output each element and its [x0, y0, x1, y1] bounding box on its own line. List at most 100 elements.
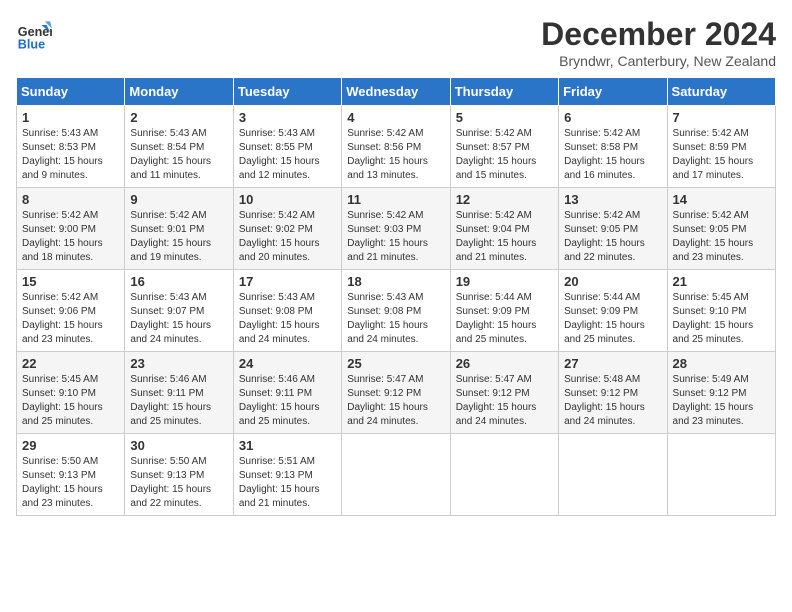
calendar-cell: [559, 434, 667, 516]
day-number: 4: [347, 110, 444, 125]
day-info: Sunrise: 5:42 AMSunset: 8:59 PMDaylight:…: [673, 127, 770, 183]
calendar-cell: 27 Sunrise: 5:48 AMSunset: 9:12 PMDayligh…: [559, 352, 667, 434]
day-info: Sunrise: 5:42 AMSunset: 9:06 PMDaylight:…: [22, 291, 119, 347]
day-info: Sunrise: 5:42 AMSunset: 8:56 PMDaylight:…: [347, 127, 444, 183]
calendar-table: SundayMondayTuesdayWednesdayThursdayFrid…: [16, 77, 776, 516]
day-number: 7: [673, 110, 770, 125]
day-info: Sunrise: 5:44 AMSunset: 9:09 PMDaylight:…: [456, 291, 553, 347]
day-number: 27: [564, 356, 661, 371]
day-info: Sunrise: 5:42 AMSunset: 9:05 PMDaylight:…: [564, 209, 661, 265]
calendar-cell: 19Sunrise: 5:44 AMSunset: 9:09 PMDayligh…: [450, 270, 558, 352]
day-info: Sunrise: 5:42 AMSunset: 8:57 PMDaylight:…: [456, 127, 553, 183]
calendar-cell: 10 Sunrise: 5:42 AMSunset: 9:02 PMDayligh…: [233, 188, 341, 270]
calendar-cell: [667, 434, 775, 516]
calendar-cell: 7 Sunrise: 5:42 AMSunset: 8:59 PMDaylight…: [667, 106, 775, 188]
calendar-week-row: 8 Sunrise: 5:42 AMSunset: 9:00 PMDaylight…: [17, 188, 776, 270]
logo-icon: General Blue: [16, 16, 52, 52]
day-info: Sunrise: 5:45 AMSunset: 9:10 PMDaylight:…: [673, 291, 770, 347]
calendar-cell: 29 Sunrise: 5:50 AMSunset: 9:13 PMDayligh…: [17, 434, 125, 516]
day-info: Sunrise: 5:42 AMSunset: 9:02 PMDaylight:…: [239, 209, 336, 265]
calendar-cell: 13Sunrise: 5:42 AMSunset: 9:05 PMDayligh…: [559, 188, 667, 270]
calendar-cell: 5 Sunrise: 5:42 AMSunset: 8:57 PMDaylight…: [450, 106, 558, 188]
day-number: 29: [22, 438, 119, 453]
day-info: Sunrise: 5:42 AMSunset: 9:00 PMDaylight:…: [22, 209, 119, 265]
day-number: 31: [239, 438, 336, 453]
day-number: 25: [347, 356, 444, 371]
calendar-cell: 26Sunrise: 5:47 AMSunset: 9:12 PMDayligh…: [450, 352, 558, 434]
day-info: Sunrise: 5:43 AMSunset: 9:08 PMDaylight:…: [239, 291, 336, 347]
day-number: 5: [456, 110, 553, 125]
calendar-cell: 21 Sunrise: 5:45 AMSunset: 9:10 PMDayligh…: [667, 270, 775, 352]
day-info: Sunrise: 5:43 AMSunset: 9:08 PMDaylight:…: [347, 291, 444, 347]
day-info: Sunrise: 5:50 AMSunset: 9:13 PMDaylight:…: [130, 455, 227, 511]
weekday-header-row: SundayMondayTuesdayWednesdayThursdayFrid…: [17, 78, 776, 106]
calendar-week-row: 29 Sunrise: 5:50 AMSunset: 9:13 PMDayligh…: [17, 434, 776, 516]
day-number: 15: [22, 274, 119, 289]
day-number: 21: [673, 274, 770, 289]
calendar-cell: 1 Sunrise: 5:43 AMSunset: 8:53 PMDaylight…: [17, 106, 125, 188]
logo: General Blue: [16, 16, 56, 52]
day-info: Sunrise: 5:46 AMSunset: 9:11 PMDaylight:…: [239, 373, 336, 429]
day-number: 9: [130, 192, 227, 207]
day-info: Sunrise: 5:47 AMSunset: 9:12 PMDaylight:…: [456, 373, 553, 429]
day-number: 30: [130, 438, 227, 453]
day-info: Sunrise: 5:47 AMSunset: 9:12 PMDaylight:…: [347, 373, 444, 429]
day-info: Sunrise: 5:51 AMSunset: 9:13 PMDaylight:…: [239, 455, 336, 511]
day-number: 28: [673, 356, 770, 371]
day-info: Sunrise: 5:42 AMSunset: 8:58 PMDaylight:…: [564, 127, 661, 183]
calendar-cell: [450, 434, 558, 516]
day-info: Sunrise: 5:42 AMSunset: 9:05 PMDaylight:…: [673, 209, 770, 265]
calendar-cell: 31 Sunrise: 5:51 AMSunset: 9:13 PMDayligh…: [233, 434, 341, 516]
day-number: 1: [22, 110, 119, 125]
calendar-cell: 25 Sunrise: 5:47 AMSunset: 9:12 PMDayligh…: [342, 352, 450, 434]
day-info: Sunrise: 5:50 AMSunset: 9:13 PMDaylight:…: [22, 455, 119, 511]
calendar-cell: 11 Sunrise: 5:42 AMSunset: 9:03 PMDayligh…: [342, 188, 450, 270]
day-info: Sunrise: 5:42 AMSunset: 9:04 PMDaylight:…: [456, 209, 553, 265]
day-info: Sunrise: 5:43 AMSunset: 8:53 PMDaylight:…: [22, 127, 119, 183]
weekday-header: Thursday: [450, 78, 558, 106]
weekday-header: Wednesday: [342, 78, 450, 106]
calendar-cell: 23Sunrise: 5:46 AMSunset: 9:11 PMDayligh…: [125, 352, 233, 434]
calendar-cell: 22 Sunrise: 5:45 AMSunset: 9:10 PMDayligh…: [17, 352, 125, 434]
calendar-cell: [342, 434, 450, 516]
calendar-cell: 2 Sunrise: 5:43 AMSunset: 8:54 PMDaylight…: [125, 106, 233, 188]
calendar-cell: 12 Sunrise: 5:42 AMSunset: 9:04 PMDayligh…: [450, 188, 558, 270]
svg-text:Blue: Blue: [18, 37, 45, 51]
day-number: 2: [130, 110, 227, 125]
day-info: Sunrise: 5:43 AMSunset: 8:54 PMDaylight:…: [130, 127, 227, 183]
weekday-header: Monday: [125, 78, 233, 106]
day-number: 18: [347, 274, 444, 289]
calendar-cell: 16Sunrise: 5:43 AMSunset: 9:07 PMDayligh…: [125, 270, 233, 352]
day-info: Sunrise: 5:45 AMSunset: 9:10 PMDaylight:…: [22, 373, 119, 429]
calendar-cell: 18 Sunrise: 5:43 AMSunset: 9:08 PMDayligh…: [342, 270, 450, 352]
day-number: 11: [347, 192, 444, 207]
day-number: 17: [239, 274, 336, 289]
day-number: 8: [22, 192, 119, 207]
day-number: 3: [239, 110, 336, 125]
day-number: 10: [239, 192, 336, 207]
calendar-cell: 24 Sunrise: 5:46 AMSunset: 9:11 PMDayligh…: [233, 352, 341, 434]
calendar-cell: 9Sunrise: 5:42 AMSunset: 9:01 PMDaylight…: [125, 188, 233, 270]
title-area: December 2024 Bryndwr, Canterbury, New Z…: [541, 16, 776, 69]
location-title: Bryndwr, Canterbury, New Zealand: [541, 53, 776, 69]
calendar-cell: 28 Sunrise: 5:49 AMSunset: 9:12 PMDayligh…: [667, 352, 775, 434]
weekday-header: Saturday: [667, 78, 775, 106]
calendar-cell: 14Sunrise: 5:42 AMSunset: 9:05 PMDayligh…: [667, 188, 775, 270]
day-number: 24: [239, 356, 336, 371]
day-info: Sunrise: 5:43 AMSunset: 8:55 PMDaylight:…: [239, 127, 336, 183]
day-number: 6: [564, 110, 661, 125]
weekday-header: Tuesday: [233, 78, 341, 106]
month-title: December 2024: [541, 16, 776, 53]
day-info: Sunrise: 5:43 AMSunset: 9:07 PMDaylight:…: [130, 291, 227, 347]
page-header: General Blue December 2024 Bryndwr, Cant…: [16, 16, 776, 69]
calendar-week-row: 22 Sunrise: 5:45 AMSunset: 9:10 PMDayligh…: [17, 352, 776, 434]
day-number: 20: [564, 274, 661, 289]
day-info: Sunrise: 5:49 AMSunset: 9:12 PMDaylight:…: [673, 373, 770, 429]
day-info: Sunrise: 5:48 AMSunset: 9:12 PMDaylight:…: [564, 373, 661, 429]
day-number: 22: [22, 356, 119, 371]
weekday-header: Friday: [559, 78, 667, 106]
calendar-cell: 8 Sunrise: 5:42 AMSunset: 9:00 PMDaylight…: [17, 188, 125, 270]
day-number: 12: [456, 192, 553, 207]
calendar-cell: 15 Sunrise: 5:42 AMSunset: 9:06 PMDayligh…: [17, 270, 125, 352]
day-info: Sunrise: 5:42 AMSunset: 9:03 PMDaylight:…: [347, 209, 444, 265]
